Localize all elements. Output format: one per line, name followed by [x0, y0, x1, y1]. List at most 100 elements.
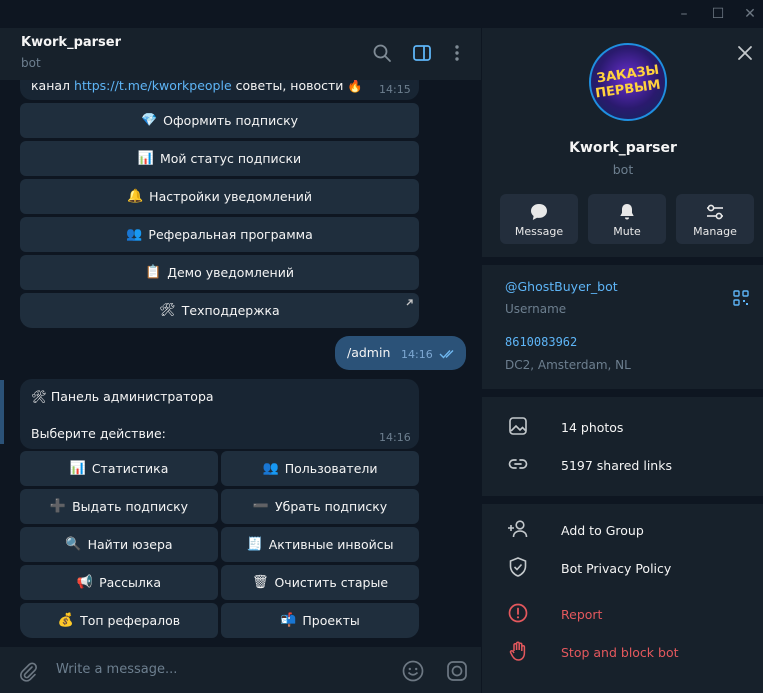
profile-subtitle: bot [612, 162, 634, 177]
message-text: советы, новости 🔥 [231, 80, 363, 93]
user-id[interactable]: 8610083962 [505, 335, 577, 349]
avatar[interactable]: ЗАКАЗЫ ПЕРВЫМ [589, 43, 667, 121]
message-list[interactable]: канал https://t.me/kworkpeople советы, н… [0, 80, 481, 647]
mute-button[interactable]: Mute [588, 194, 666, 244]
emoji-icon[interactable] [401, 659, 425, 683]
kb-button-notifications[interactable]: 🔔 Настройки уведомлений [20, 179, 419, 214]
kb-button-referral[interactable]: 👥 Реферальная программа [20, 217, 419, 252]
links-row[interactable]: 5197 shared links [561, 458, 672, 473]
username-caption: Username [505, 302, 567, 316]
kb-button-label: Активные инвойсы [268, 537, 394, 552]
kb-button-revoke[interactable]: ➖ Убрать подписку [221, 489, 419, 524]
bot-message: канал https://t.me/kworkpeople советы, н… [20, 80, 419, 100]
more-icon[interactable] [446, 42, 468, 64]
bot-commands-icon[interactable] [445, 659, 469, 683]
message-icon [531, 204, 547, 220]
users-icon: 👥 [126, 227, 143, 242]
kb-button-status[interactable]: 📊 Мой статус подписки [20, 141, 419, 176]
chart-icon: 📊 [69, 461, 86, 476]
kb-button-label: Проекты [302, 613, 360, 628]
kb-button-label: Реферальная программа [148, 227, 313, 242]
hand-icon [509, 641, 526, 661]
message-time: 14:15 [379, 83, 411, 96]
message-text: /admin [347, 345, 391, 360]
kb-button-subscribe[interactable]: 💎 Оформить подписку [20, 103, 419, 138]
kb-button-support[interactable]: 🛠 Техподдержка [20, 293, 419, 328]
action-label: Manage [693, 225, 737, 238]
photo-icon [509, 417, 527, 435]
kb-button-label: Очистить старые [274, 575, 389, 590]
action-label: Message [514, 225, 564, 238]
channel-link[interactable]: https://t.me/kworkpeople [74, 80, 232, 93]
kb-button-label: Выдать подписку [72, 499, 189, 514]
external-link-icon [406, 299, 413, 306]
manage-button[interactable]: Manage [676, 194, 754, 244]
kb-button-label: Демо уведомлений [167, 265, 294, 280]
outgoing-message: /admin 14:16 [335, 336, 466, 370]
search-icon[interactable] [371, 42, 393, 64]
sidebar-toggle-icon[interactable] [411, 42, 433, 64]
kb-button-label: Техподдержка [181, 303, 280, 318]
attach-icon[interactable] [17, 660, 39, 682]
money-bag-icon: 💰 [57, 613, 75, 628]
window-titlebar: – ☐ ✕ [0, 0, 763, 28]
bell-icon [620, 204, 634, 220]
message-time: 14:16 [401, 348, 433, 361]
shield-icon [509, 557, 527, 577]
divider [482, 496, 763, 504]
chat-header[interactable]: Kwork_parser bot [0, 28, 481, 80]
action-label: Mute [613, 225, 641, 238]
receipt-icon: 🧾 [246, 537, 263, 552]
kb-button-label: Рассылка [99, 575, 162, 590]
read-check-icon [439, 350, 454, 359]
kb-button-label: Пользователи [284, 461, 378, 476]
chat-title: Kwork_parser [21, 35, 122, 50]
sliders-icon [707, 204, 723, 220]
message-button[interactable]: Message [500, 194, 578, 244]
profile-name: Kwork_parser [569, 140, 677, 156]
kb-button-demo[interactable]: 📋 Демо уведомлений [20, 255, 419, 290]
close-window-button[interactable]: ✕ [730, 0, 763, 28]
kb-button-label: Настройки уведомлений [149, 189, 313, 204]
divider [482, 389, 763, 397]
qr-code-icon[interactable] [733, 290, 749, 306]
report-icon [508, 603, 528, 623]
add-to-group-row[interactable]: Add to Group [561, 523, 644, 538]
megaphone-icon: 📢 [76, 575, 94, 590]
magnifier-icon: 🔍 [65, 537, 82, 552]
kb-button-label: Топ рефералов [80, 613, 181, 628]
message-time: 14:16 [379, 431, 411, 444]
report-row[interactable]: Report [561, 607, 602, 622]
datacenter-info: DC2, Amsterdam, NL [505, 358, 631, 372]
trash-icon: 🗑 [251, 575, 269, 590]
kb-button-label: Убрать подписку [275, 499, 388, 514]
kb-button-find-user[interactable]: 🔍 Найти юзера [20, 527, 218, 562]
username-link[interactable]: @GhostBuyer_bot [505, 279, 618, 294]
divider [482, 257, 763, 265]
kb-button-broadcast[interactable]: 📢 Рассылка [20, 565, 218, 600]
mailbox-icon: 📬 [280, 613, 297, 628]
users-icon: 👥 [262, 461, 279, 476]
kb-button-label: Найти юзера [87, 537, 173, 552]
message-title: Панель администратора [50, 389, 214, 404]
chat-area: Kwork_parser bot канал https://t.me/kwor… [0, 28, 481, 693]
message-input[interactable]: Write a message... [56, 662, 177, 677]
kb-button-label: Мой статус подписки [160, 151, 302, 166]
block-bot-row[interactable]: Stop and block bot [561, 645, 679, 660]
kb-button-cleanup[interactable]: 🗑 Очистить старые [221, 565, 419, 600]
message-composer: Write a message... [0, 647, 481, 693]
close-icon[interactable] [736, 44, 754, 62]
kb-button-users[interactable]: 👥 Пользователи [221, 451, 419, 486]
kb-button-stats[interactable]: 📊 Статистика [20, 451, 218, 486]
photos-row[interactable]: 14 photos [561, 420, 623, 435]
kb-button-label: Статистика [91, 461, 169, 476]
bell-icon: 🔔 [126, 189, 144, 204]
tools-icon: 🛠 [31, 389, 47, 404]
privacy-policy-row[interactable]: Bot Privacy Policy [561, 561, 671, 576]
kb-button-projects[interactable]: 📬 Проекты [221, 603, 419, 638]
chat-subtitle: bot [21, 56, 41, 70]
kb-button-top-referrals[interactable]: 💰 Топ рефералов [20, 603, 218, 638]
kb-button-grant[interactable]: ➕ Выдать подписку [20, 489, 218, 524]
minus-icon: ➖ [252, 499, 270, 514]
kb-button-invoices[interactable]: 🧾 Активные инвойсы [221, 527, 419, 562]
